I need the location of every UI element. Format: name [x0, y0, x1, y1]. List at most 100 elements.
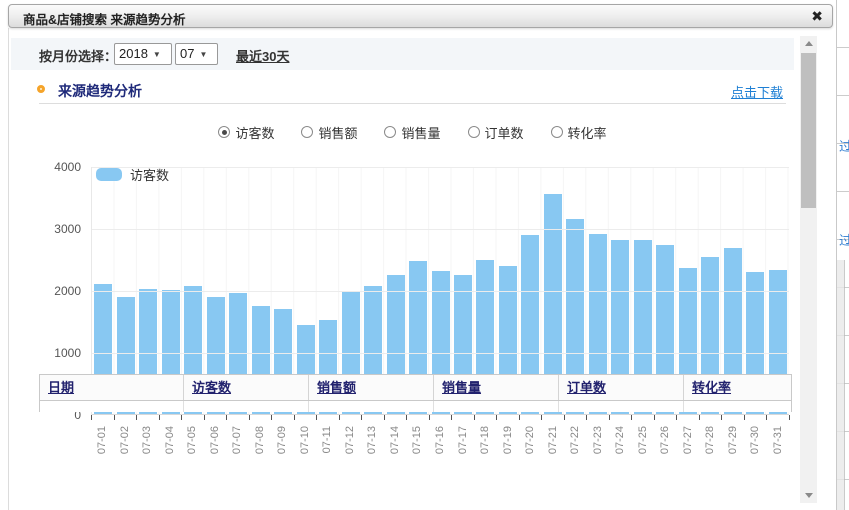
close-icon[interactable]: ✖: [811, 8, 823, 25]
metric-option-label: 销售量: [401, 123, 440, 142]
table-header-row: 日期访客数销售额 销售量订单数 转化率: [40, 375, 791, 401]
radio-icon[interactable]: [551, 126, 563, 138]
x-axis-label: 07-28: [703, 426, 717, 470]
x-axis-label: 07-16: [433, 426, 447, 470]
x-axis-label: 07-05: [185, 426, 199, 470]
y-axis-tick-label: 3000: [39, 222, 81, 236]
x-axis-label: 07-09: [275, 426, 289, 470]
y-axis-tick-label: 4000: [39, 160, 81, 174]
metric-option-4[interactable]: 转化率: [551, 123, 607, 142]
x-axis-label: 07-04: [163, 426, 177, 470]
month-filter-row: 按月份选择： 2018 ▼ 07▼ 最近30天: [11, 38, 794, 70]
column-header-0[interactable]: 日期: [40, 375, 184, 400]
x-axis-tick: [294, 415, 295, 420]
radio-selected-icon[interactable]: [218, 126, 230, 138]
x-axis-tick: [451, 415, 452, 420]
dialog-titlebar[interactable]: 商品&店铺搜索 来源趋势分析 ✖: [8, 4, 833, 28]
y-axis-tick-label: 1000: [39, 346, 81, 360]
x-axis-tick: [721, 415, 722, 420]
x-axis-tick: [406, 415, 407, 420]
x-axis-label: 07-25: [636, 426, 650, 470]
x-axis-tick: [744, 415, 745, 420]
year-select-value: 2018: [119, 46, 148, 61]
background-link-fragment[interactable]: 过: [839, 230, 849, 246]
metric-option-label: 转化率: [568, 123, 607, 142]
metric-option-1[interactable]: 销售额: [301, 123, 357, 142]
x-axis-tick: [316, 415, 317, 420]
month-select[interactable]: 07▼: [175, 43, 218, 65]
x-axis-tick: [384, 415, 385, 420]
x-axis-label: 07-06: [208, 426, 222, 470]
section-bullet-icon: [37, 85, 45, 93]
column-header-label: 订单数: [567, 380, 606, 395]
radio-icon[interactable]: [384, 126, 396, 138]
arrow-up-icon: [805, 41, 813, 46]
column-header-label: 转化率: [692, 380, 731, 395]
column-header-label: 销售额: [317, 380, 356, 395]
background-page-table: 过 过: [836, 0, 849, 510]
scroll-up-button[interactable]: [800, 36, 817, 51]
recent-30-days-link[interactable]: 最近30天: [236, 46, 289, 65]
gridline: [92, 167, 789, 168]
x-axis-tick: [249, 415, 250, 420]
scrollbar-thumb[interactable]: [801, 53, 816, 208]
x-axis-tick: [699, 415, 700, 420]
x-axis-tick: [429, 415, 430, 420]
radio-icon[interactable]: [301, 126, 313, 138]
x-axis-tick: [676, 415, 677, 420]
background-link-fragment[interactable]: 过: [839, 136, 849, 152]
x-axis-tick: [519, 415, 520, 420]
download-link[interactable]: 点击下载: [731, 82, 783, 101]
x-axis-tick: [789, 415, 790, 420]
table-cell: [434, 401, 559, 412]
column-header-5[interactable]: 转化率: [684, 375, 791, 400]
legend-label: 访客数: [130, 165, 169, 184]
x-axis-label: 07-15: [410, 426, 424, 470]
chart-x-axis-labels: 07-0107-0207-0307-0407-0507-0607-0707-08…: [91, 421, 789, 481]
dialog-scrollbar[interactable]: [800, 36, 817, 503]
column-header-2[interactable]: 销售额: [309, 375, 434, 400]
x-axis-label: 07-22: [568, 426, 582, 470]
x-axis-tick: [496, 415, 497, 420]
x-axis-tick: [159, 415, 160, 420]
dialog-title: 商品&店铺搜索 来源趋势分析: [23, 9, 186, 28]
x-axis-label: 07-19: [501, 426, 515, 470]
table-cell: [309, 401, 434, 412]
trend-chart: 访客数 01000200030004000 07-0107-0207-0307-…: [39, 154, 799, 484]
chart-legend: 访客数: [96, 165, 169, 184]
year-select[interactable]: 2018 ▼: [114, 43, 172, 65]
x-axis-tick: [654, 415, 655, 420]
y-axis-tick-label: 2000: [39, 284, 81, 298]
metric-option-3[interactable]: 订单数: [468, 123, 524, 142]
x-axis-tick: [541, 415, 542, 420]
x-axis-tick: [564, 415, 565, 420]
metric-option-2[interactable]: 销售量: [384, 123, 440, 142]
section-divider: [39, 103, 786, 104]
x-axis-tick: [586, 415, 587, 420]
column-header-3[interactable]: 销售量: [434, 375, 559, 400]
x-axis-tick: [204, 415, 205, 420]
gridline: [92, 353, 789, 354]
x-axis-label: 07-23: [591, 426, 605, 470]
x-axis-tick: [339, 415, 340, 420]
metric-option-label: 订单数: [485, 123, 524, 142]
x-axis-tick: [91, 415, 92, 420]
month-filter-label: 按月份选择：: [39, 46, 117, 65]
x-axis-tick: [136, 415, 137, 420]
metric-option-label: 访客数: [235, 123, 274, 142]
x-axis-label: 07-03: [140, 426, 154, 470]
trend-analysis-dialog: 商品&店铺搜索 来源趋势分析 ✖ 按月份选择： 2018▼ 07▼ 最近30天 …: [8, 4, 833, 510]
x-axis-label: 07-24: [613, 426, 627, 470]
background-cells: [837, 260, 845, 510]
legend-swatch-icon: [96, 168, 122, 181]
table-cell: [684, 401, 791, 412]
detail-table: 日期访客数销售额 销售量订单数 转化率: [39, 374, 792, 412]
scroll-down-button[interactable]: [800, 488, 817, 503]
column-header-4[interactable]: 订单数: [559, 375, 684, 400]
column-header-1[interactable]: 访客数: [184, 375, 309, 400]
chevron-down-icon: ▼: [153, 50, 161, 59]
radio-icon[interactable]: [468, 126, 480, 138]
metric-option-0[interactable]: 访客数: [218, 123, 274, 142]
table-cell: [40, 401, 184, 412]
x-axis-label: 07-01: [95, 426, 109, 470]
